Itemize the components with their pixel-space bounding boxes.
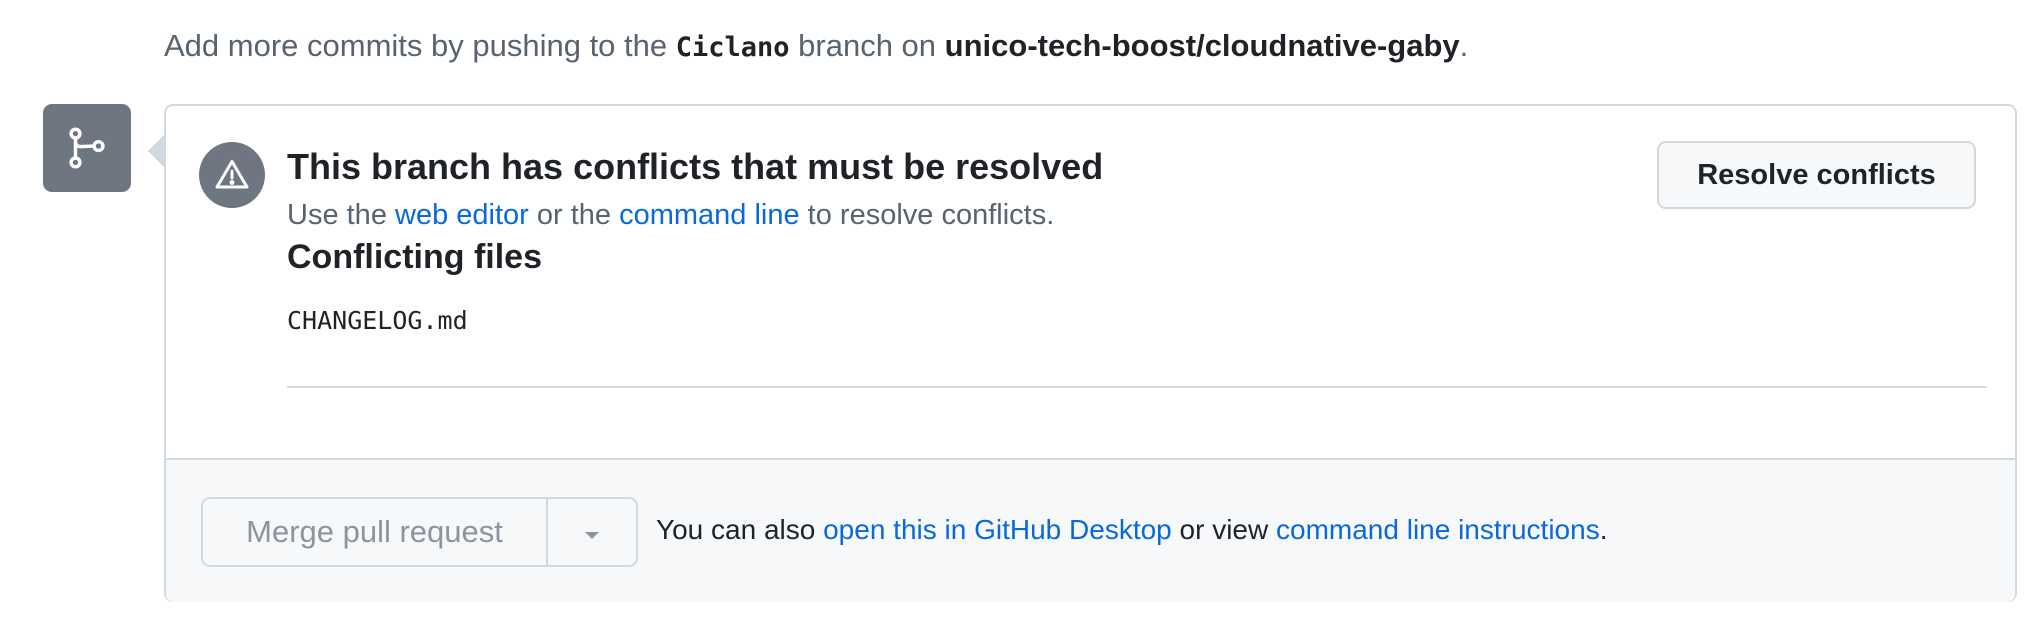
subtitle-prefix: Use the — [287, 199, 395, 231]
conflicting-file: CHANGELOG.md — [287, 306, 468, 335]
chevron-down-icon — [585, 531, 599, 539]
push-hint-prefix: Add more commits by pushing to the — [164, 28, 676, 63]
merge-options-dropdown — [548, 499, 636, 565]
footer-middle: or view — [1171, 514, 1276, 545]
merge-box: This branch has conflicts that must be r… — [164, 104, 2017, 602]
footer-suffix: . — [1599, 514, 1608, 545]
github-desktop-link[interactable]: open this in GitHub Desktop — [823, 514, 1172, 545]
command-line-instructions-link[interactable]: command line instructions — [1276, 514, 1600, 545]
divider — [287, 386, 1987, 388]
merge-button-group: Merge pull request — [201, 497, 638, 567]
branch-name: Ciclano — [675, 32, 790, 63]
footer-prefix: You can also — [656, 514, 824, 545]
push-hint: Add more commits by pushing to the Cicla… — [164, 28, 1468, 64]
conflict-subtitle: Use the web editor or the command line t… — [287, 199, 1054, 232]
push-hint-middle: branch on — [789, 28, 945, 63]
git-branch-icon — [43, 104, 131, 192]
push-hint-suffix: . — [1459, 28, 1469, 63]
conflict-title: This branch has conflicts that must be r… — [287, 146, 1104, 187]
card-pointer — [148, 134, 165, 168]
command-line-link[interactable]: command line — [619, 199, 800, 231]
merge-pull-request-button: Merge pull request — [203, 499, 548, 565]
subtitle-middle: or the — [528, 199, 620, 231]
alert-icon — [199, 142, 265, 208]
web-editor-link[interactable]: web editor — [395, 199, 529, 231]
resolve-conflicts-button[interactable]: Resolve conflicts — [1657, 141, 1976, 209]
repo-name: unico-tech-boost/cloudnative-gaby — [944, 28, 1460, 63]
subtitle-suffix: to resolve conflicts. — [799, 199, 1055, 231]
merge-footer: Merge pull request You can also open thi… — [166, 458, 2015, 602]
merge-alternatives-text: You can also open this in GitHub Desktop… — [656, 514, 1607, 546]
conflicting-files-heading: Conflicting files — [287, 238, 542, 276]
